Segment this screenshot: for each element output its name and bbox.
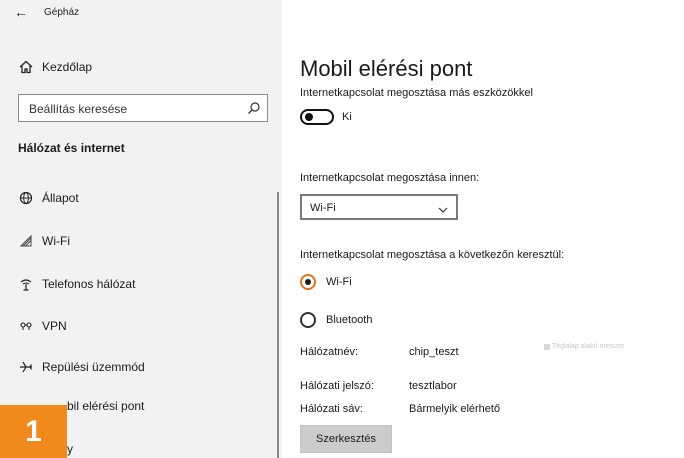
sidebar-item-status[interactable]: Állapot [0,181,282,215]
title-bar: ← Gépház [0,0,282,28]
sidebar-item-label: Kezdőlap [42,60,93,74]
main-content: Mobil elérési pont Internetkapcsolat meg… [282,0,684,458]
snip-hint: Téglalap alakú metszet [552,343,624,350]
radio-bluetooth-label: Bluetooth [326,314,373,326]
radio-wifi[interactable] [300,274,316,290]
sidebar-item-vpn[interactable]: VPN [0,309,282,343]
sidebar-item-label: y [67,442,73,456]
page-title: Mobil elérési pont [300,56,473,81]
share-toggle[interactable] [300,109,334,125]
home-icon [18,59,34,75]
sidebar-scrollbar[interactable] [277,192,279,458]
back-arrow-icon[interactable]: ← [14,4,28,20]
sidebar-item-label: Állapot [42,191,79,205]
section-heading: Hálózat és internet [18,141,125,155]
sidebar-item-wifi[interactable]: Wi-Fi [0,224,282,258]
sidebar: ← Gépház Kezdőlap Beállítás keresése Hál… [0,0,282,458]
toggle-state-label: Ki [342,111,352,123]
share-from-label: Internetkapcsolat megosztása innen: [300,172,480,184]
search-icon[interactable] [247,101,261,115]
network-name-key: Hálózatnév: [300,346,359,358]
select-value: Wi-Fi [310,202,336,214]
airplane-icon [18,359,34,375]
sidebar-item-cellular[interactable]: Telefonos hálózat [0,267,282,301]
cellular-icon [18,276,34,292]
network-password-key: Hálózati jelszó: [300,380,374,392]
vpn-icon [18,318,34,334]
step-number-badge: 1 [0,405,67,458]
share-label: Internetkapcsolat megosztása más eszközö… [300,87,533,99]
wifi-icon [18,233,34,249]
radio-wifi-label: Wi-Fi [326,276,352,288]
chevron-down-icon [438,202,448,213]
sidebar-item-label: Repülési üzemmód [42,360,145,374]
network-name-value: chip_teszt [409,346,459,358]
globe-icon [18,190,34,206]
sidebar-item-label: Wi-Fi [42,234,70,248]
sidebar-item-airplane-mode[interactable]: Repülési üzemmód [0,350,282,384]
network-band-key: Hálózati sáv: [300,403,363,415]
sidebar-item-label: VPN [42,319,67,333]
search-input[interactable]: Beállítás keresése [18,94,268,122]
search-placeholder: Beállítás keresése [29,102,128,116]
radio-dot [305,279,311,285]
snip-icon [544,344,550,350]
app-title: Gépház [44,7,80,18]
toggle-knob [305,113,313,121]
edit-button[interactable]: Szerkesztés [300,425,392,453]
network-band-value: Bármelyik elérhető [409,403,501,415]
radio-bluetooth[interactable] [300,312,316,328]
sidebar-item-label: bil elérési pont [67,399,145,413]
sidebar-item-home[interactable]: Kezdőlap [0,50,282,84]
sidebar-item-label: Telefonos hálózat [42,277,136,291]
share-from-select[interactable]: Wi-Fi [300,194,458,220]
share-over-label: Internetkapcsolat megosztása a következő… [300,249,565,261]
network-password-value: tesztlabor [409,380,457,392]
